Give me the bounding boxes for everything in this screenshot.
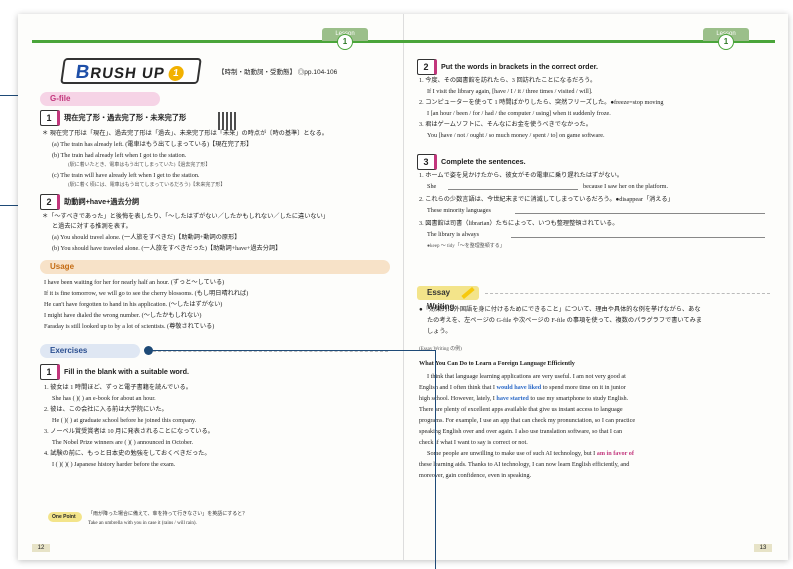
right-page: Lesson 1 2 Put the words in brackets in … bbox=[403, 14, 788, 560]
exercise-sentence-start: She bbox=[427, 183, 437, 190]
exercise-prompt: 2. これらの少数言語は、今世紀末までに消滅してしまっているだろう。●disap… bbox=[419, 196, 674, 203]
usage-example: I have been waiting for her for nearly h… bbox=[44, 279, 225, 286]
exercises-label: Exercises bbox=[40, 344, 140, 358]
exercise-sentence: I ( )( )( ) Japanese history harder befo… bbox=[52, 461, 176, 468]
exercise-sentence: The Nobel Prize winners are ( )( ) annou… bbox=[52, 439, 194, 446]
page-number: 12 bbox=[32, 544, 50, 552]
essay-text: English and I often think that I bbox=[419, 384, 497, 391]
section-title: Complete the sentences. bbox=[441, 157, 526, 166]
lesson-number-badge: 1 bbox=[337, 34, 353, 50]
essay-text: to spend more time on it in junior bbox=[541, 384, 626, 391]
one-point-english: Take an umbrella with you in case it (ra… bbox=[88, 521, 197, 526]
essay-line: I think that language learning applicati… bbox=[427, 373, 626, 380]
page-number: 13 bbox=[754, 544, 772, 552]
section-title: 助動詞+have+過去分詞 bbox=[64, 197, 140, 206]
callout-line-vertical bbox=[435, 350, 437, 569]
brush-up-word: RUSH UP bbox=[89, 65, 167, 82]
exercise-sentence: She has ( )( ) an e-book for about an ho… bbox=[52, 395, 156, 402]
essay-divider bbox=[485, 293, 770, 294]
section-title: Fill in the blank with a suitable word. bbox=[64, 367, 189, 376]
essay-line: There are plenty of excellent apps avail… bbox=[419, 406, 623, 413]
usage-example: If it is fine tomorrow, we will go to se… bbox=[44, 290, 249, 297]
exercise-sentence-end: because I saw her on the platform. bbox=[583, 183, 669, 190]
gfile-label: G-file bbox=[40, 92, 160, 106]
essay-line: high school. However, lately, I have sta… bbox=[419, 395, 628, 403]
highlighted-phrase: would have liked bbox=[496, 384, 542, 391]
qr-code-icon bbox=[218, 112, 236, 130]
example-b-translation: (駅に着いたとき、電車はもう出てしまっていた)【過去完了形】 bbox=[68, 163, 211, 168]
exercise-prompt: 3. 図書館は司書（librarian）たちによって、いつも整理整頓されている。 bbox=[419, 220, 619, 227]
essay-line: Some people are unwilling to make use of… bbox=[427, 450, 634, 458]
exercise-prompt: 1. 彼女は 1 時間ほど、ずっと電子書籍を読んでいる。 bbox=[44, 384, 192, 391]
section-title: 現在完了形・過去完了形・未来完了形 bbox=[64, 113, 187, 122]
usage-example: Faraday is still looked up to by a lot o… bbox=[44, 323, 215, 330]
example-a: (a) You should travel alone. (一人旅をすべきだ)【… bbox=[52, 234, 241, 241]
textbook-spread: Lesson 1 BRUSH UP1 【時制・助動詞・受動態】 ◎pp.104-… bbox=[18, 14, 788, 560]
essay-line: these learning aids. Thanks to AI techno… bbox=[419, 461, 630, 468]
left-page: Lesson 1 BRUSH UP1 【時制・助動詞・受動態】 ◎pp.104-… bbox=[18, 14, 404, 560]
section-number: 2 bbox=[40, 194, 60, 210]
section-number: 3 bbox=[417, 154, 437, 170]
section-number: 1 bbox=[40, 110, 60, 126]
usage-label: Usage bbox=[40, 260, 390, 274]
essay-instruction: しょう。 bbox=[427, 328, 452, 335]
essay-line: English and I often think that I would h… bbox=[419, 384, 626, 392]
one-point-question: 「雨が降った場合に備えて、傘を持って行きなさい」を英語にすると？ bbox=[88, 512, 248, 517]
essay-line: programs. For example, I use an app that… bbox=[419, 417, 636, 424]
highlighted-phrase: have started bbox=[496, 395, 529, 402]
exercise-sentence: I [an hour / been / for / had / the comp… bbox=[427, 110, 611, 117]
exercise-prompt: 2. 彼は、この会社に入る前は大学院にいた。 bbox=[44, 406, 168, 413]
grammar-topics-subtitle: 【時制・助動詞・受動態】 ◎pp.104-106 bbox=[218, 69, 338, 76]
example-c-translation: (駅に着く頃には、電車はもう出てしまっているだろう)【未来完了形】 bbox=[68, 183, 226, 188]
exercise-sentence-start: These minority languages bbox=[427, 207, 491, 214]
answer-line[interactable] bbox=[515, 213, 765, 214]
essay-text: to use my smartphone to study English. bbox=[528, 395, 629, 402]
usage-example: I might have dialed the wrong number. (～… bbox=[44, 312, 202, 319]
grammar-note-continued: と過去に対する推測を表す。 bbox=[52, 223, 132, 230]
brush-up-title: BRUSH UP 1 bbox=[60, 58, 202, 84]
example-c: (c) The train will have already left whe… bbox=[52, 172, 200, 179]
essay-title: What You Can Do to Learn a Foreign Langu… bbox=[419, 360, 575, 367]
essay-instruction: たの考えを、左ページの G-file や次ページの F-file の事項を使って… bbox=[427, 317, 702, 324]
essay-text: high school. However, lately, I bbox=[419, 395, 497, 402]
section-number: 1 bbox=[40, 364, 60, 380]
exercise-sentence: If I visit the library again, [have / I … bbox=[427, 88, 593, 95]
essay-line: speaking English over and over again. I … bbox=[419, 428, 623, 435]
brush-up-number: 1 bbox=[167, 66, 185, 81]
exercise-prompt: 3. 君はゲームソフトに、そんなにお金を使うべきでなかった。 bbox=[419, 121, 592, 128]
exercise-sentence: You [have / not / ought / so much money … bbox=[427, 132, 605, 139]
example-a: (a) The train has already left. (電車はもう出て… bbox=[52, 141, 253, 148]
grammar-note: ＊「～すべきであった」と後悔を表したり、「～したはずがない／したかもしれない／し… bbox=[42, 213, 329, 220]
vocab-hint: ●keep ～ tidy「～を整理整頓する」 bbox=[427, 244, 505, 249]
callout-line-horizontal bbox=[150, 350, 436, 352]
exercise-prompt: 3. ノーベル賞受賞者は 10 月に発表されることになっている。 bbox=[44, 428, 214, 435]
example-b: (b) You should have traveled alone. (一人旅… bbox=[52, 245, 282, 252]
lesson-number-badge: 1 bbox=[718, 34, 734, 50]
highlighted-phrase: am in favor of bbox=[596, 450, 634, 457]
exercise-prompt: 2. コンピューターを使って 1 時間ばかりしたら、突然フリーズした。●free… bbox=[419, 99, 664, 106]
usage-example: He can't have forgotten to hand in his a… bbox=[44, 301, 223, 308]
answer-line[interactable] bbox=[511, 237, 765, 238]
one-point-badge: One Point bbox=[48, 512, 82, 522]
exercise-prompt: 4. 試験の前に、もっと日本史の勉強をしておくべきだった。 bbox=[44, 450, 211, 457]
section-number: 2 bbox=[417, 59, 437, 75]
section-title: Put the words in brackets in the correct… bbox=[441, 62, 598, 71]
exercise-sentence-start: The library is always bbox=[427, 231, 480, 238]
essay-text: Some people are unwilling to make use of… bbox=[427, 450, 597, 457]
exercise-sentence: He ( )( ) at graduate school before he j… bbox=[52, 417, 197, 424]
grammar-note: ＊ 現在完了形は「現在」、過去完了形は「過去」、未来完了形は「未来」の時点が〔時… bbox=[42, 130, 328, 137]
example-b: (b) The train had already left when I go… bbox=[52, 152, 187, 159]
exercise-prompt: 1. ホームで姿を見かけたから、彼女がその電車に乗り遅れたはずがない。 bbox=[419, 172, 623, 179]
answer-line[interactable] bbox=[448, 189, 578, 190]
exercise-prompt: 1. 今度、その図書館を訪れたら、3 回訪れたことになるだろう。 bbox=[419, 77, 597, 84]
essay-instruction: ●「効果的に外国語を身に付けるためにできること」について、理由や具体的な例を挙げ… bbox=[419, 306, 701, 313]
